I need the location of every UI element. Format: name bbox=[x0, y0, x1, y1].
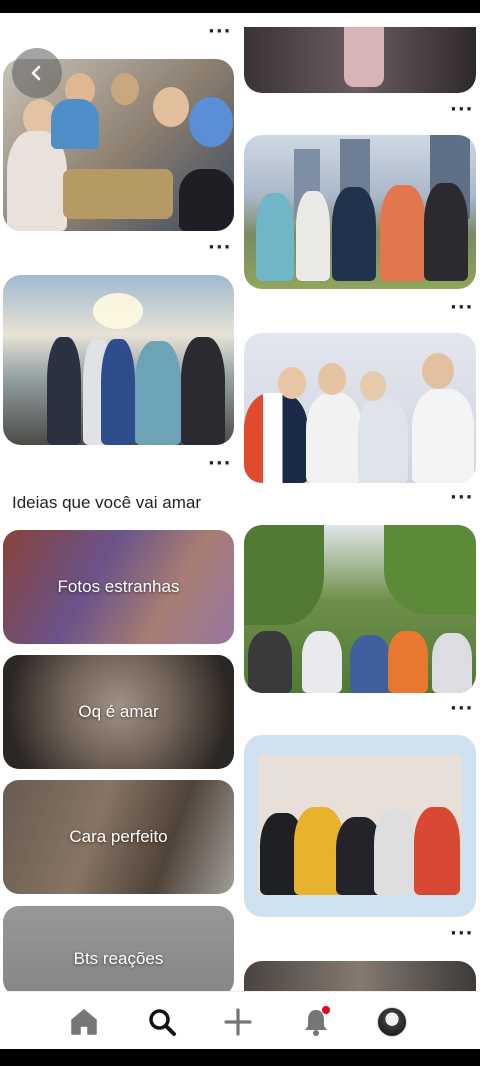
avatar bbox=[377, 1007, 407, 1037]
section-title: Ideias que você vai amar bbox=[12, 493, 201, 512]
back-button[interactable] bbox=[12, 48, 62, 98]
nav-notifications[interactable] bbox=[298, 1004, 334, 1040]
pin-photo-detail bbox=[256, 193, 294, 281]
pin-photo-detail bbox=[244, 393, 308, 483]
idea-card-bts-reacoes[interactable]: Bts reações bbox=[3, 906, 234, 996]
pin-photo-detail bbox=[380, 185, 426, 281]
pin-photo-detail bbox=[181, 337, 225, 445]
pin-more-button[interactable]: ··· bbox=[450, 925, 474, 943]
status-bar bbox=[0, 0, 480, 13]
idea-card-oq-e-amar[interactable]: Oq é amar bbox=[3, 655, 234, 769]
notification-badge bbox=[322, 1006, 330, 1014]
search-icon bbox=[149, 1009, 176, 1036]
pin-city-park-group[interactable] bbox=[244, 135, 476, 289]
feed-screen: ··· ··· ··· Ideias que você vai amar Fot… bbox=[0, 13, 480, 1049]
idea-label: Cara perfeito bbox=[69, 827, 168, 846]
pin-photo-detail bbox=[412, 389, 474, 483]
plus-icon bbox=[224, 1008, 252, 1036]
pin-photo-detail bbox=[153, 87, 189, 127]
pin-beach-group[interactable] bbox=[3, 275, 234, 445]
nav-home[interactable] bbox=[66, 1004, 102, 1040]
pin-photo-detail bbox=[51, 99, 99, 149]
pin-more-button[interactable]: ··· bbox=[208, 455, 232, 473]
pin-photo-detail bbox=[248, 631, 292, 693]
pin-photo-detail bbox=[101, 339, 135, 445]
nav-search[interactable] bbox=[144, 1004, 180, 1040]
pin-photo-detail bbox=[179, 169, 234, 231]
pin-more-button[interactable]: ··· bbox=[450, 299, 474, 317]
pin-photo-detail bbox=[358, 397, 408, 483]
pin-photo-detail bbox=[93, 293, 143, 329]
pin-photo-detail bbox=[302, 631, 342, 693]
idea-label: Bts reações bbox=[73, 949, 164, 968]
pin-photo-detail bbox=[63, 169, 173, 219]
pin-more-button[interactable]: ··· bbox=[450, 101, 474, 119]
nav-create[interactable] bbox=[220, 1004, 256, 1040]
pin-top-cropped[interactable] bbox=[244, 27, 476, 93]
pin-photo-detail bbox=[296, 191, 330, 281]
pin-polaroid-group[interactable] bbox=[244, 735, 476, 917]
pin-photo-detail bbox=[47, 337, 81, 445]
pin-photo-detail bbox=[306, 393, 362, 483]
pin-photo-detail bbox=[318, 363, 346, 395]
pin-more-button[interactable]: ··· bbox=[208, 23, 232, 41]
pin-photo-detail bbox=[244, 525, 324, 625]
pin-photo-detail bbox=[388, 631, 428, 693]
pin-photo-detail bbox=[374, 809, 418, 895]
idea-label: Oq é amar bbox=[78, 702, 159, 721]
pin-photo-detail bbox=[258, 755, 462, 895]
pin-more-button[interactable]: ··· bbox=[450, 489, 474, 507]
idea-card-cara-perfeito[interactable]: Cara perfeito bbox=[3, 780, 234, 894]
pin-more-button[interactable]: ··· bbox=[450, 700, 474, 718]
home-icon bbox=[71, 1009, 97, 1035]
pin-photo-detail bbox=[384, 525, 476, 615]
bottom-navigation bbox=[0, 991, 480, 1049]
pin-photo-detail bbox=[344, 27, 384, 87]
pin-park-guitar-group[interactable] bbox=[244, 525, 476, 693]
pin-photo-detail bbox=[111, 73, 139, 105]
pin-photo-detail bbox=[360, 371, 386, 401]
pin-photo-detail bbox=[432, 633, 472, 693]
pin-photo-detail bbox=[350, 635, 390, 693]
idea-card-fotos-estranhas[interactable]: Fotos estranhas bbox=[3, 530, 234, 644]
pin-photo-detail bbox=[135, 341, 181, 445]
pin-photo-detail bbox=[422, 353, 454, 389]
pin-photo-detail bbox=[414, 807, 460, 895]
pin-photo-detail bbox=[189, 97, 233, 147]
pin-more-button[interactable]: ··· bbox=[208, 239, 232, 257]
system-bar bbox=[0, 1049, 480, 1066]
idea-label: Fotos estranhas bbox=[57, 577, 180, 596]
nav-profile[interactable] bbox=[374, 1004, 410, 1040]
pin-photo-detail bbox=[332, 187, 376, 281]
pin-studio-group[interactable] bbox=[244, 333, 476, 483]
pin-photo-detail bbox=[278, 367, 306, 399]
pin-photo-detail bbox=[424, 183, 468, 281]
chevron-left-icon bbox=[31, 65, 41, 81]
